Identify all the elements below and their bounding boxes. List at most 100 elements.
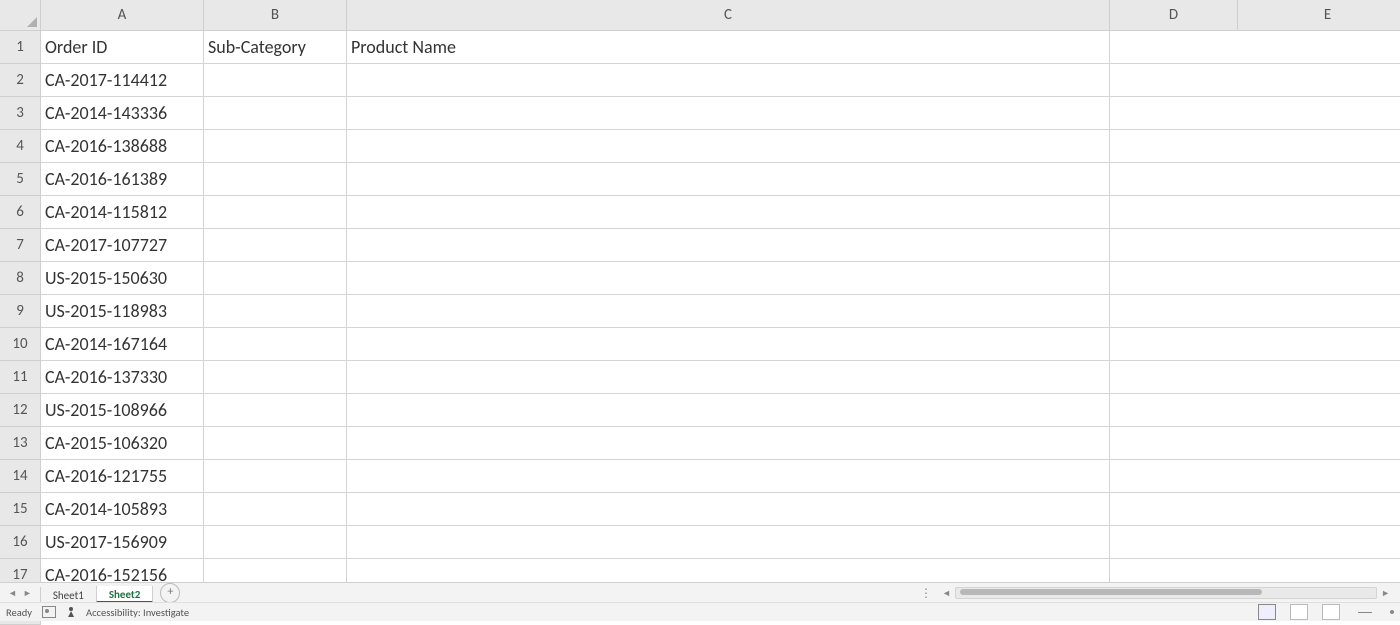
cell-C3[interactable] (347, 97, 1110, 130)
cell-D7[interactable] (1110, 229, 1238, 262)
cell-D3[interactable] (1110, 97, 1238, 130)
cell-A4[interactable]: CA-2016-138688 (41, 130, 204, 163)
tab-prev-icon[interactable]: ◄ (8, 588, 17, 599)
cell-C16[interactable] (347, 526, 1110, 559)
cell-B5[interactable] (204, 163, 347, 196)
cell-E7[interactable] (1238, 229, 1400, 262)
row-header-11[interactable]: 11 (0, 361, 41, 394)
cell-A9[interactable]: US-2015-118983 (41, 295, 204, 328)
cell-B10[interactable] (204, 328, 347, 361)
cell-A14[interactable]: CA-2016-121755 (41, 460, 204, 493)
cell-D1[interactable] (1110, 31, 1238, 64)
cell-A11[interactable]: CA-2016-137330 (41, 361, 204, 394)
cell-D9[interactable] (1110, 295, 1238, 328)
cell-C2[interactable] (347, 64, 1110, 97)
cell-C13[interactable] (347, 427, 1110, 460)
column-header-C[interactable]: C (347, 0, 1110, 31)
cell-B15[interactable] (204, 493, 347, 526)
horizontal-scrollbar[interactable]: ⋮ ◄ ► (914, 583, 1400, 603)
scroll-thumb[interactable] (960, 589, 1263, 595)
row-header-12[interactable]: 12 (0, 394, 41, 427)
cell-E12[interactable] (1238, 394, 1400, 427)
cell-D5[interactable] (1110, 163, 1238, 196)
row-header-4[interactable]: 4 (0, 130, 41, 163)
cell-A7[interactable]: CA-2017-107727 (41, 229, 204, 262)
cell-A2[interactable]: CA-2017-114412 (41, 64, 204, 97)
column-header-B[interactable]: B (204, 0, 347, 31)
cell-C8[interactable] (347, 262, 1110, 295)
select-all-corner[interactable] (0, 0, 41, 31)
cell-A5[interactable]: CA-2016-161389 (41, 163, 204, 196)
cell-B4[interactable] (204, 130, 347, 163)
cell-B7[interactable] (204, 229, 347, 262)
view-page-break-button[interactable] (1322, 604, 1340, 620)
cell-C6[interactable] (347, 196, 1110, 229)
cell-C11[interactable] (347, 361, 1110, 394)
cell-E16[interactable] (1238, 526, 1400, 559)
cell-C15[interactable] (347, 493, 1110, 526)
cell-E13[interactable] (1238, 427, 1400, 460)
cell-A13[interactable]: CA-2015-106320 (41, 427, 204, 460)
cell-D13[interactable] (1110, 427, 1238, 460)
row-header-13[interactable]: 13 (0, 427, 41, 460)
tab-next-icon[interactable]: ► (23, 588, 32, 599)
cell-E2[interactable] (1238, 64, 1400, 97)
cell-B9[interactable] (204, 295, 347, 328)
column-header-D[interactable]: D (1110, 0, 1238, 31)
row-header-8[interactable]: 8 (0, 262, 41, 295)
cell-D15[interactable] (1110, 493, 1238, 526)
accessibility-icon[interactable] (66, 607, 76, 617)
cell-D8[interactable] (1110, 262, 1238, 295)
cell-B13[interactable] (204, 427, 347, 460)
zoom-out-icon[interactable] (1358, 612, 1372, 613)
cell-E1[interactable] (1238, 31, 1400, 64)
row-header-15[interactable]: 15 (0, 493, 41, 526)
cell-A1[interactable]: Order ID (41, 31, 204, 64)
cell-C5[interactable] (347, 163, 1110, 196)
cell-B2[interactable] (204, 64, 347, 97)
cell-D16[interactable] (1110, 526, 1238, 559)
cell-D10[interactable] (1110, 328, 1238, 361)
cell-A10[interactable]: CA-2014-167164 (41, 328, 204, 361)
cell-C10[interactable] (347, 328, 1110, 361)
cell-D4[interactable] (1110, 130, 1238, 163)
cell-A15[interactable]: CA-2014-105893 (41, 493, 204, 526)
cell-B8[interactable] (204, 262, 347, 295)
cell-A16[interactable]: US-2017-156909 (41, 526, 204, 559)
cell-C12[interactable] (347, 394, 1110, 427)
cell-D11[interactable] (1110, 361, 1238, 394)
spreadsheet-grid[interactable]: ABCDE1Order IDSub-CategoryProduct Name2C… (0, 0, 1400, 583)
cell-D12[interactable] (1110, 394, 1238, 427)
cell-B11[interactable] (204, 361, 347, 394)
cell-C9[interactable] (347, 295, 1110, 328)
cell-A12[interactable]: US-2015-108966 (41, 394, 204, 427)
column-header-E[interactable]: E (1238, 0, 1400, 31)
cell-E15[interactable] (1238, 493, 1400, 526)
cell-B3[interactable] (204, 97, 347, 130)
view-normal-button[interactable] (1258, 604, 1276, 620)
row-header-9[interactable]: 9 (0, 295, 41, 328)
view-page-layout-button[interactable] (1290, 604, 1308, 620)
cell-E6[interactable] (1238, 196, 1400, 229)
cell-E10[interactable] (1238, 328, 1400, 361)
cell-A3[interactable]: CA-2014-143336 (41, 97, 204, 130)
cell-C1[interactable]: Product Name (347, 31, 1110, 64)
scroll-track[interactable] (955, 587, 1377, 599)
row-header-6[interactable]: 6 (0, 196, 41, 229)
cell-E5[interactable] (1238, 163, 1400, 196)
cell-D6[interactable] (1110, 196, 1238, 229)
add-sheet-button[interactable]: + (160, 583, 180, 603)
row-header-16[interactable]: 16 (0, 526, 41, 559)
row-header-3[interactable]: 3 (0, 97, 41, 130)
sheet-tab-sheet1[interactable]: Sheet1 (40, 587, 97, 603)
cell-C14[interactable] (347, 460, 1110, 493)
sheet-tab-sheet2[interactable]: Sheet2 (96, 586, 154, 603)
cell-B6[interactable] (204, 196, 347, 229)
cell-E14[interactable] (1238, 460, 1400, 493)
cell-B16[interactable] (204, 526, 347, 559)
row-header-10[interactable]: 10 (0, 328, 41, 361)
row-header-1[interactable]: 1 (0, 31, 41, 64)
macro-record-icon[interactable] (42, 606, 56, 618)
cell-B12[interactable] (204, 394, 347, 427)
cell-E3[interactable] (1238, 97, 1400, 130)
